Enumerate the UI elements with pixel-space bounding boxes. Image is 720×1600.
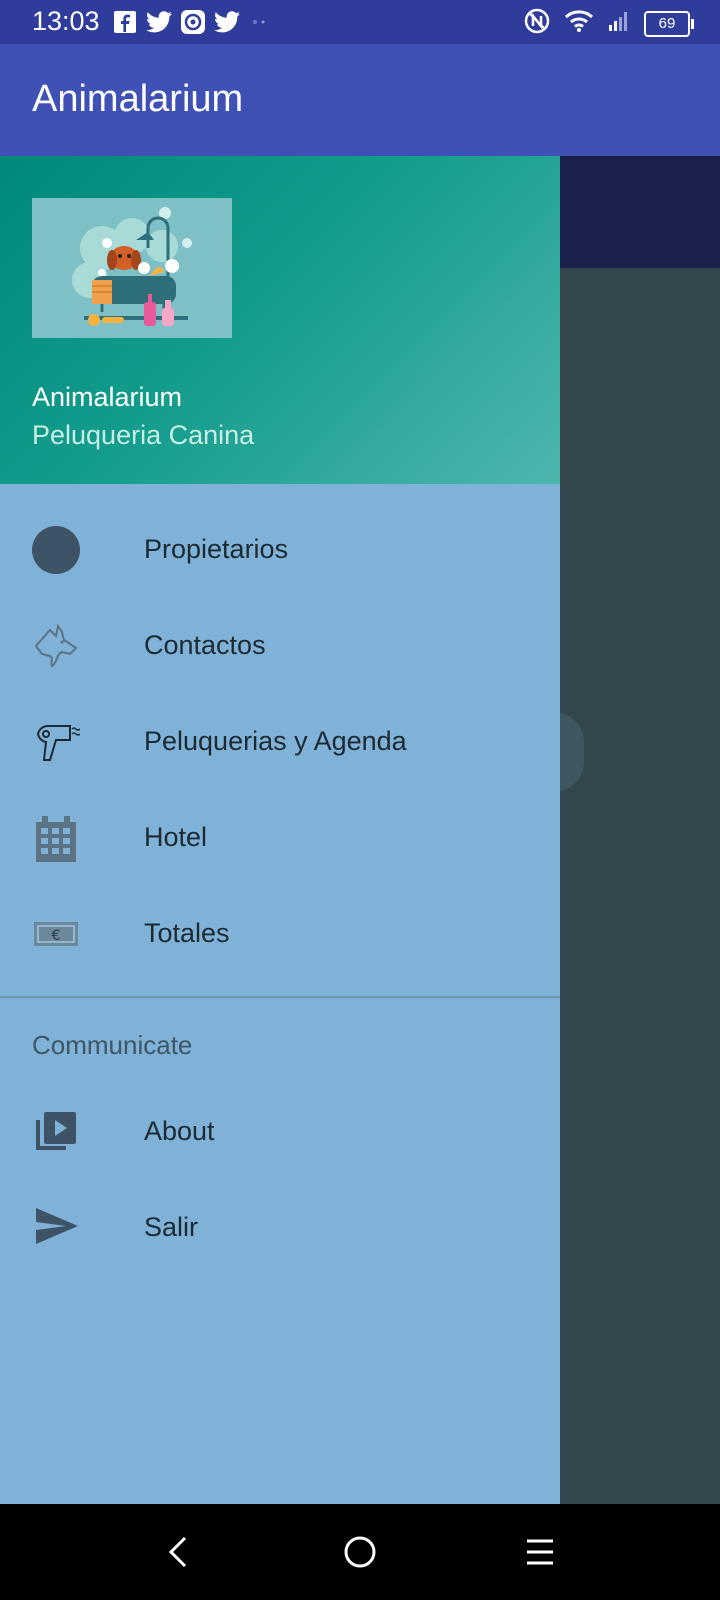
scrim-overlay[interactable] bbox=[560, 156, 720, 268]
menu-item-label: Peluquerias y Agenda bbox=[144, 726, 407, 756]
send-icon bbox=[32, 1204, 80, 1252]
drawer-header: Animalarium Peluqueria Canina bbox=[0, 156, 560, 484]
signal-icon bbox=[608, 10, 630, 37]
dots-icon bbox=[248, 9, 274, 35]
app-bar: Animalarium bbox=[0, 44, 720, 156]
menu-item-propietarios[interactable]: Propietarios bbox=[0, 502, 560, 598]
home-icon[interactable] bbox=[336, 1528, 384, 1576]
section-title-communicate: Communicate bbox=[32, 1030, 193, 1060]
header-logo-image bbox=[32, 198, 232, 338]
menu-icon[interactable] bbox=[516, 1528, 564, 1576]
app-icon bbox=[180, 9, 206, 35]
menu-divider bbox=[0, 996, 560, 998]
header-subtitle: Peluqueria Canina bbox=[32, 420, 255, 450]
twitter-icon bbox=[146, 9, 172, 35]
menu-item-label: Propietarios bbox=[144, 534, 289, 564]
circle-icon bbox=[32, 526, 80, 574]
menu-item-label: Totales bbox=[144, 918, 230, 948]
hair-dryer-icon bbox=[32, 718, 80, 766]
header-app-name: Animalarium bbox=[32, 382, 183, 412]
status-time: 13:03 bbox=[32, 6, 100, 36]
back-icon[interactable] bbox=[154, 1528, 202, 1576]
status-bar: 13:03 69 bbox=[0, 0, 720, 44]
menu-item-hotel[interactable]: Hotel bbox=[0, 790, 560, 886]
system-nav-bar bbox=[0, 1504, 720, 1600]
app-title: Animalarium bbox=[32, 78, 244, 120]
menu-item-totales[interactable]: € Totales bbox=[0, 886, 560, 982]
menu-item-salir[interactable]: Salir bbox=[0, 1180, 560, 1276]
menu-item-label: About bbox=[144, 1116, 215, 1146]
menu-item-label: Hotel bbox=[144, 822, 208, 852]
video-library-icon bbox=[32, 1108, 80, 1156]
notification-icons bbox=[112, 9, 274, 35]
twitter-icon bbox=[214, 9, 240, 35]
battery-indicator: 69 bbox=[644, 10, 694, 37]
svg-text:€: € bbox=[52, 928, 61, 944]
system-icons: 69 bbox=[524, 8, 694, 39]
euro-banknote-icon: € bbox=[32, 910, 80, 958]
menu-item-contactos[interactable]: Contactos bbox=[0, 598, 560, 694]
wifi-icon bbox=[564, 9, 594, 38]
menu-item-peluquerias[interactable]: Peluquerias y Agenda bbox=[0, 694, 560, 790]
menu-item-label: Contactos bbox=[144, 630, 266, 660]
facebook-icon bbox=[112, 9, 138, 35]
menu-item-about[interactable]: About bbox=[0, 1084, 560, 1180]
menu-item-label: Salir bbox=[144, 1212, 199, 1242]
navigation-drawer: Animalarium Peluqueria Canina Propietari… bbox=[0, 156, 560, 1504]
nfc-icon bbox=[524, 8, 550, 39]
dog-head-icon bbox=[32, 622, 80, 670]
building-icon bbox=[32, 814, 80, 862]
